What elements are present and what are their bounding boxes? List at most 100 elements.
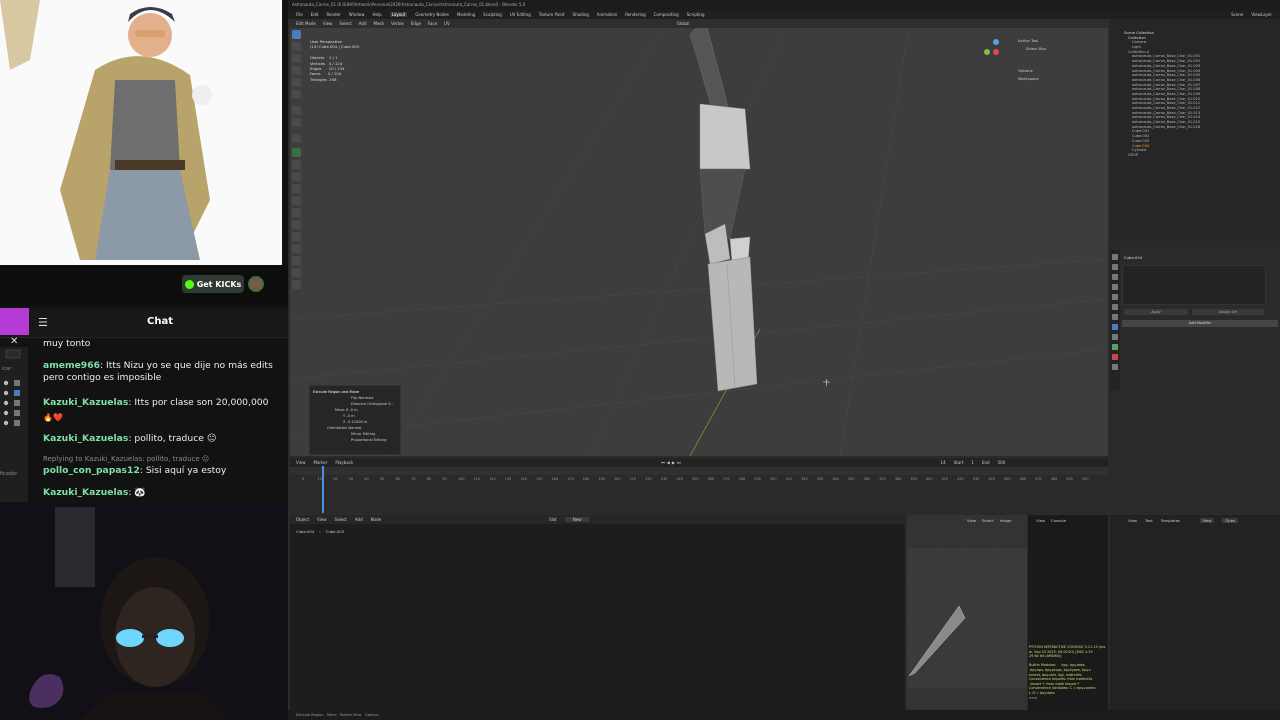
properties-tabs[interactable] [1110,250,1120,390]
tab-uv-editing[interactable]: UV Editing [510,12,531,17]
menu-mesh[interactable]: Mesh [374,21,385,26]
tab-animation[interactable]: Animation [597,12,617,17]
workspace-label[interactable]: Workspace [1018,75,1088,83]
menu-select[interactable]: Select [339,21,351,26]
tab-shading[interactable]: Shading [573,12,589,17]
open-text-button[interactable]: Open [1222,518,1239,523]
timeline-tick-label: 210 [630,477,636,481]
menu-edge[interactable]: Edge [411,21,421,26]
timeline-tick-label: 340 [832,477,838,481]
menu-select[interactable]: Select [335,517,347,522]
add-cube-tool[interactable] [292,134,301,143]
scale-tool[interactable] [292,78,301,87]
playback-controls[interactable]: ⏮◀▶⏭ [661,460,682,465]
menu-uv[interactable]: UV [444,21,450,26]
tab-scripting[interactable]: Scripting [687,12,705,17]
3d-viewport[interactable] [290,19,1108,456]
menu-file[interactable]: File [296,12,303,17]
menu-render[interactable]: Render [326,12,340,17]
new-material-button[interactable]: New [564,517,590,522]
menu-help[interactable]: Help [372,12,381,17]
obs-sources-panel[interactable]: icar ficador [0,347,28,502]
outliner-item[interactable]: GEOP [1110,153,1280,158]
timeline-menu-marker[interactable]: Marker [314,460,328,465]
menu-edit[interactable]: Edit [311,12,319,17]
shrink-fatten-tool[interactable] [292,256,301,265]
timeline-menu-view[interactable]: View [296,460,306,465]
uv-header: View Select Image [967,518,1012,523]
uv-canvas[interactable] [907,548,1027,688]
new-text-button[interactable]: New [1200,518,1215,523]
tab-sculpting[interactable]: Sculpting [483,12,502,17]
menu-add[interactable]: Add [355,517,363,522]
poly-build-tool[interactable] [292,208,301,217]
menu-view[interactable]: View [323,21,333,26]
rip-tool[interactable] [292,280,301,289]
view-layer-name[interactable]: ViewLayer [1251,12,1272,17]
options-label[interactable]: Options [1018,67,1088,75]
scene-name[interactable]: Scene [1231,12,1243,17]
menu-node[interactable]: Node [371,517,381,522]
edge-slide-tool[interactable] [292,244,301,253]
apply-button[interactable]: Apply [1124,309,1188,315]
get-kicks-button[interactable]: Get KICKs [182,275,244,293]
operator-panel[interactable]: Extrude Region and Move Flip Normals Dis… [309,385,401,455]
tab-rendering[interactable]: Rendering [625,12,645,17]
text-editor[interactable]: View Text Templates New Open [1110,515,1280,710]
end-frame-field[interactable]: 500 [998,460,1006,465]
tab-modeling[interactable]: Modeling [457,12,475,17]
menu-view[interactable]: View [317,517,327,522]
loop-cut-tool[interactable] [292,184,301,193]
transform-tool[interactable] [292,90,301,99]
assign-set-button[interactable]: Assign Set [1192,309,1264,315]
timeline-tick-label: 270 [723,477,729,481]
tab-layout[interactable]: Layout [389,12,408,17]
shader-editor[interactable] [290,515,905,710]
spin-tool[interactable] [292,220,301,229]
rotate-tool[interactable] [292,66,301,75]
menu-vertex[interactable]: Vertex [391,21,404,26]
measure-tool[interactable] [292,118,301,127]
annotate-tool[interactable] [292,106,301,115]
close-icon[interactable]: ✕ [10,336,18,347]
smooth-tool[interactable] [292,232,301,241]
properties-editor[interactable]: Cube.004 Apply Assign Set Add Modifier [1110,243,1280,513]
console-output[interactable]: PYTHON INTERACTIVE CONSOLE 3.11.13 (ma i… [1029,645,1107,700]
playhead[interactable] [322,466,324,513]
add-modifier-button[interactable]: Add Modifier [1122,320,1278,327]
timeline-tick-label: 100 [458,477,464,481]
inset-tool[interactable] [292,160,301,169]
outliner[interactable]: Scene Collection Collection Camera Light… [1110,19,1280,241]
select-box-label[interactable]: Select Box [1018,45,1088,53]
start-frame-field[interactable]: 1 [971,460,974,465]
timeline-tick-label: 130 [505,477,511,481]
menu-object[interactable]: Object [296,517,309,522]
extrude-tool[interactable] [292,148,301,157]
mode-dropdown[interactable]: Edit Mode [296,21,316,26]
timeline-tick-label: 30 [349,477,353,481]
timeline-menu-playback[interactable]: Playback [335,460,353,465]
orientation-dropdown[interactable]: Global [677,21,690,26]
select-box-tool[interactable] [292,30,301,39]
current-frame-field[interactable]: 14 [941,460,946,465]
bevel-tool[interactable] [292,172,301,181]
menu-window[interactable]: Window [349,12,365,17]
timeline-ruler[interactable]: 0 10 20 30 40 50 60 70 80 90 100 110 120 130 140 150 160… [290,467,1108,481]
window-title: Astronauta_Carrox_01 [E:\ENVI\Artwork\Pe… [288,0,1280,10]
proportional-editing-checkbox[interactable]: Proportional Editing [313,437,397,443]
menu-face[interactable]: Face [428,21,437,26]
slot-dropdown[interactable]: Slot [549,517,557,522]
tab-geometry-nodes[interactable]: Geometry Nodes [415,12,449,17]
tab-texture-paint[interactable]: Texture Paint [539,12,565,17]
menu-add[interactable]: Add [359,21,367,26]
move-tool[interactable] [292,54,301,63]
avatar[interactable] [248,276,264,292]
menu-icon[interactable]: ☰ [38,316,48,329]
cursor-tool[interactable] [292,42,301,51]
tab-compositing[interactable]: Compositing [654,12,679,17]
knife-tool[interactable] [292,196,301,205]
modifier-list[interactable] [1122,265,1266,305]
chat-message: 🔥❤️ [43,413,63,422]
kick-icon [184,279,194,289]
shear-tool[interactable] [292,268,301,277]
